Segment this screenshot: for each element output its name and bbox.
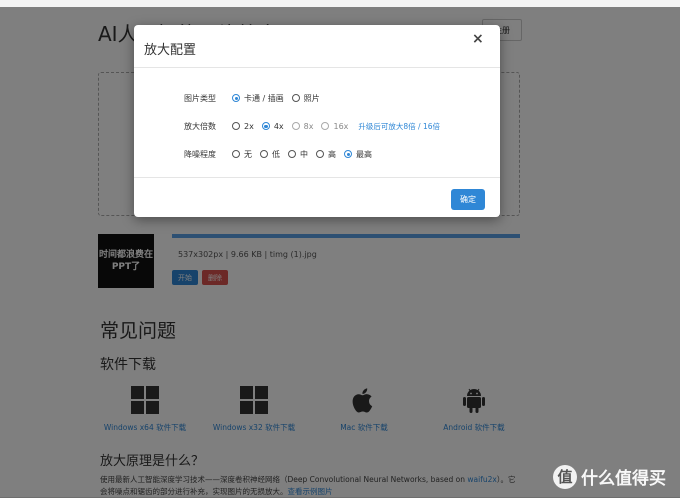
scale-config-modal: 放大配置 × 图片类型 卡通 / 插画 照片 放大倍数 2x 4x 8x 16x… xyxy=(134,25,500,217)
radio-scale-4x[interactable]: 4x xyxy=(261,121,284,131)
radio-label: 8x xyxy=(303,121,314,131)
radio-denoise-high[interactable]: 高 xyxy=(316,149,336,160)
radio-denoise-low[interactable]: 低 xyxy=(260,149,280,160)
radio-selected-icon[interactable] xyxy=(344,150,352,158)
denoise-row: 降噪程度 无 低 中 高 最高 xyxy=(184,147,380,161)
image-type-label: 图片类型 xyxy=(184,93,216,103)
modal-header-divider xyxy=(134,67,500,68)
radio-label: 2x xyxy=(244,121,254,131)
denoise-label: 降噪程度 xyxy=(184,149,216,159)
radio-icon[interactable] xyxy=(288,150,296,158)
modal-title: 放大配置 xyxy=(144,43,197,58)
scale-row: 放大倍数 2x 4x 8x 16x 升级后可放大8倍 / 16倍 xyxy=(184,119,440,133)
radio-label: 中 xyxy=(300,149,308,159)
radio-label: 卡通 / 插画 xyxy=(244,93,284,103)
radio-image-type-photo[interactable]: 照片 xyxy=(291,93,320,104)
watermark-badge: 值 xyxy=(553,464,577,489)
radio-image-type-cartoon[interactable]: 卡通 / 插画 xyxy=(232,93,284,104)
radio-icon[interactable] xyxy=(316,150,324,158)
watermark-text: 什么值得买 xyxy=(581,469,666,489)
radio-icon[interactable] xyxy=(260,150,268,158)
radio-label: 最高 xyxy=(356,149,372,159)
radio-label: 低 xyxy=(272,149,280,159)
watermark: 值 什么值得买 xyxy=(553,464,666,489)
radio-denoise-medium[interactable]: 中 xyxy=(288,149,308,160)
close-icon[interactable]: × xyxy=(472,31,484,47)
radio-denoise-none[interactable]: 无 xyxy=(232,149,252,160)
confirm-button[interactable]: 确定 xyxy=(451,189,485,210)
radio-icon[interactable] xyxy=(232,122,240,130)
radio-scale-2x[interactable]: 2x xyxy=(232,122,254,131)
scale-label: 放大倍数 xyxy=(184,121,216,131)
radio-label: 16x xyxy=(333,121,349,131)
radio-denoise-highest[interactable]: 最高 xyxy=(344,149,372,160)
radio-icon[interactable] xyxy=(232,150,240,158)
radio-selected-icon[interactable] xyxy=(261,122,270,130)
radio-label: 照片 xyxy=(303,93,320,103)
radio-scale-8x: 8x xyxy=(291,121,314,131)
radio-scale-16x: 16x xyxy=(321,122,348,131)
radio-label: 4x xyxy=(273,121,284,131)
image-type-row: 图片类型 卡通 / 插画 照片 xyxy=(184,91,328,105)
modal-footer-divider xyxy=(134,177,500,178)
radio-selected-icon[interactable] xyxy=(232,94,240,102)
upgrade-link[interactable]: 升级后可放大8倍 / 16倍 xyxy=(358,121,440,132)
radio-disabled-icon xyxy=(291,122,300,130)
radio-icon[interactable] xyxy=(291,94,300,102)
radio-disabled-icon xyxy=(321,122,330,130)
radio-label: 高 xyxy=(328,149,336,159)
radio-label: 无 xyxy=(244,149,252,159)
